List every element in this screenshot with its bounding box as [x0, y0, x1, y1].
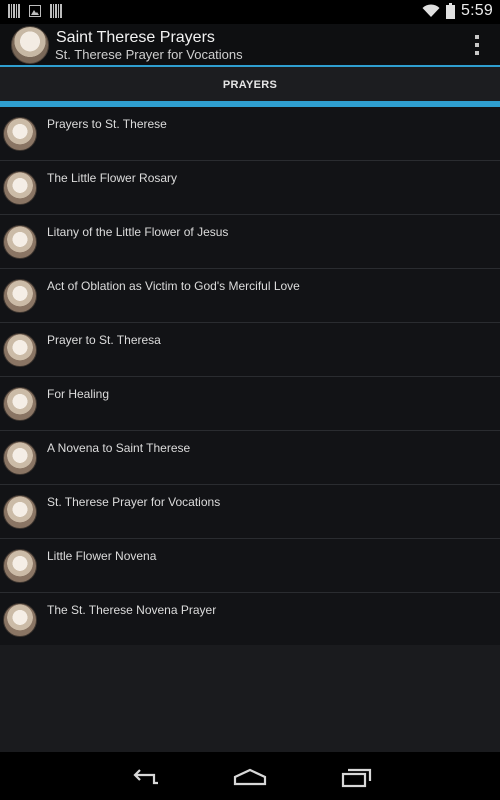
saint-therese-avatar — [3, 495, 37, 529]
saint-therese-avatar — [3, 441, 37, 475]
action-bar: Saint Therese Prayers St. Therese Prayer… — [0, 24, 500, 66]
wifi-icon — [422, 4, 440, 17]
status-bar: 5:59 — [0, 0, 500, 24]
barcode-icon — [50, 4, 62, 18]
battery-icon — [446, 3, 456, 19]
tab-label: PRAYERS — [222, 79, 278, 91]
list-item-label: Little Flower Novena — [47, 549, 157, 563]
overflow-menu-icon[interactable] — [474, 35, 480, 55]
list-item[interactable]: The St. Therese Novena Prayer — [0, 593, 500, 647]
list-item[interactable]: Prayers to St. Therese — [0, 107, 500, 161]
image-icon — [29, 5, 41, 17]
saint-therese-avatar — [3, 171, 37, 205]
list-item-label: Act of Oblation as Victim to God's Merci… — [47, 279, 300, 293]
app-icon[interactable] — [11, 26, 49, 64]
list-item[interactable]: St. Therese Prayer for Vocations — [0, 485, 500, 539]
prayer-list: Prayers to St. Therese The Little Flower… — [0, 107, 500, 647]
saint-therese-avatar — [3, 387, 37, 421]
list-item-label: Prayers to St. Therese — [47, 117, 167, 131]
saint-therese-avatar — [3, 225, 37, 259]
home-icon[interactable] — [232, 765, 268, 789]
saint-therese-avatar — [3, 333, 37, 367]
app-subtitle: St. Therese Prayer for Vocations — [55, 47, 243, 62]
list-item-label: St. Therese Prayer for Vocations — [47, 495, 221, 509]
list-item[interactable]: Prayer to St. Theresa — [0, 323, 500, 377]
list-item-label: Prayer to St. Theresa — [47, 333, 161, 347]
list-item[interactable]: For Healing — [0, 377, 500, 431]
saint-therese-avatar — [3, 549, 37, 583]
tab-bar: PRAYERS — [0, 67, 500, 103]
list-item-label: For Healing — [47, 387, 110, 401]
app-title: Saint Therese Prayers — [56, 29, 215, 46]
barcode-icon — [8, 4, 20, 18]
navigation-bar — [0, 752, 500, 800]
recents-icon[interactable] — [338, 765, 374, 789]
list-empty-area — [0, 645, 500, 752]
list-item[interactable]: The Little Flower Rosary — [0, 161, 500, 215]
list-item-label: The St. Therese Novena Prayer — [47, 603, 217, 617]
saint-therese-avatar — [3, 279, 37, 313]
list-item-label: Litany of the Little Flower of Jesus — [47, 225, 229, 239]
back-icon[interactable] — [128, 765, 164, 789]
status-time: 5:59 — [461, 2, 493, 19]
list-item-label: The Little Flower Rosary — [47, 171, 178, 185]
saint-therese-avatar — [3, 603, 37, 637]
list-item[interactable]: Litany of the Little Flower of Jesus — [0, 215, 500, 269]
saint-therese-avatar — [3, 117, 37, 151]
list-item[interactable]: A Novena to Saint Therese — [0, 431, 500, 485]
list-item[interactable]: Little Flower Novena — [0, 539, 500, 593]
tab-prayers[interactable]: PRAYERS — [0, 67, 500, 103]
list-item[interactable]: Act of Oblation as Victim to God's Merci… — [0, 269, 500, 323]
notification-icons — [8, 4, 62, 18]
list-item-label: A Novena to Saint Therese — [47, 441, 191, 455]
